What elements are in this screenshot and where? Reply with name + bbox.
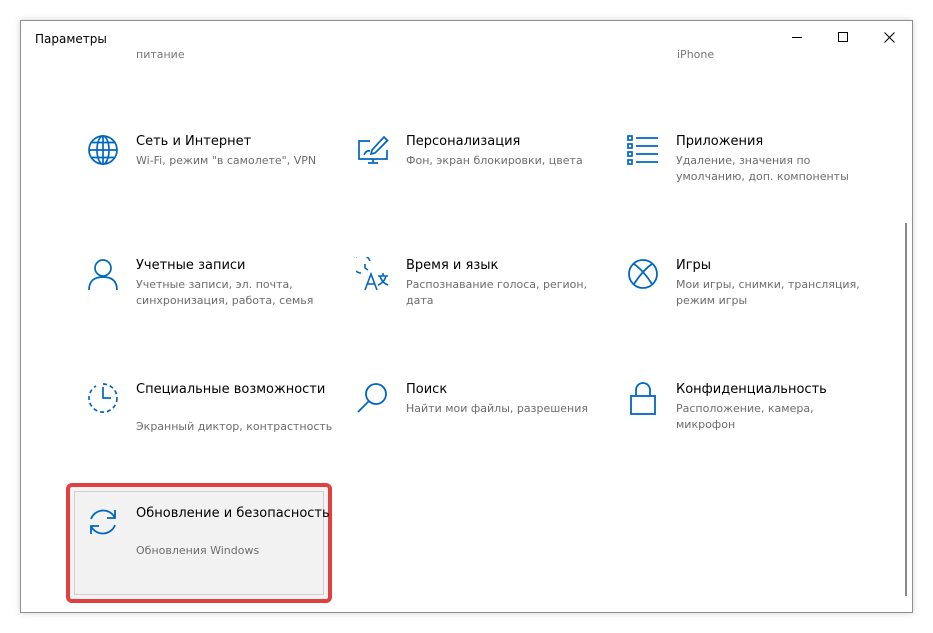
close-icon	[883, 31, 895, 43]
tile-network[interactable]: Сеть и Интернет Wi-Fi, режим "в самолете…	[86, 133, 336, 193]
tile-description: Распознавание голоса, регион, дата	[406, 278, 588, 307]
window-title: Параметры	[35, 32, 107, 46]
close-button[interactable]	[866, 21, 912, 53]
apps-list-icon	[627, 135, 658, 165]
tile-description: Обновления Windows	[136, 544, 260, 557]
tile-title: Поиск	[406, 382, 448, 397]
tile-title: Время и язык	[406, 258, 499, 273]
sync-icon	[90, 509, 116, 535]
personalization-icon	[358, 135, 389, 164]
tile-title: Конфиденциальность	[676, 382, 827, 397]
ease-of-access-icon	[88, 383, 118, 413]
minimize-button[interactable]	[774, 21, 820, 53]
settings-window: Параметры питание iPhone Сеть и Интернет…	[20, 20, 913, 613]
clipped-tile-text-right: iPhone	[677, 48, 715, 61]
tile-ease-of-access[interactable]: Специальные возможности Экранный диктор,…	[86, 381, 336, 461]
tile-title: Специальные возможности	[136, 382, 326, 397]
time-language-icon	[356, 257, 389, 291]
tile-description: Мои игры, снимки, трансляция, режим игры	[676, 278, 860, 307]
tile-title: Сеть и Интернет	[136, 134, 252, 149]
tile-description: Учетные записи, эл. почта, синхронизация…	[136, 278, 314, 307]
xbox-icon	[628, 259, 658, 289]
tile-title: Учетные записи	[136, 258, 246, 273]
tile-time-language[interactable]: Время и язык Распознавание голоса, регио…	[356, 257, 606, 317]
tile-description: Найти мои файлы, разрешения	[406, 402, 589, 415]
tile-update-security[interactable]: Обновление и безопасность Обновления Win…	[86, 505, 336, 565]
tile-title: Персонализация	[406, 134, 521, 149]
tile-personalization[interactable]: Персонализация Фон, экран блокировки, цв…	[356, 133, 606, 193]
globe-icon	[88, 135, 118, 165]
tile-search[interactable]: Поиск Найти мои файлы, разрешения	[356, 381, 606, 441]
tile-description: Фон, экран блокировки, цвета	[406, 154, 583, 167]
clipped-tile-text-left: питание	[136, 48, 185, 61]
person-icon	[88, 259, 118, 291]
tile-description: Расположение, камера, микрофон	[676, 402, 814, 431]
tile-apps[interactable]: Приложения Удаление, значения по умолчан…	[626, 133, 876, 193]
tile-accounts[interactable]: Учетные записи Учетные записи, эл. почта…	[86, 257, 336, 317]
lock-icon	[630, 382, 656, 415]
tile-title: Обновление и безопасность	[136, 506, 330, 521]
tile-description: Удаление, значения по умолчанию, доп. ко…	[676, 154, 849, 183]
maximize-button[interactable]	[820, 21, 866, 53]
tile-description: Wi-Fi, режим "в самолете", VPN	[136, 154, 317, 167]
tile-gaming[interactable]: Игры Мои игры, снимки, трансляция, режим…	[626, 257, 876, 317]
tile-description: Экранный диктор, контрастность	[136, 420, 333, 433]
search-icon	[357, 383, 387, 413]
tile-title: Приложения	[676, 134, 764, 149]
tile-privacy[interactable]: Конфиденциальность Расположение, камера,…	[626, 381, 876, 441]
maximize-icon	[838, 32, 848, 42]
scrollbar[interactable]	[905, 223, 907, 596]
tile-title: Игры	[676, 258, 712, 273]
minimize-icon	[792, 37, 802, 38]
